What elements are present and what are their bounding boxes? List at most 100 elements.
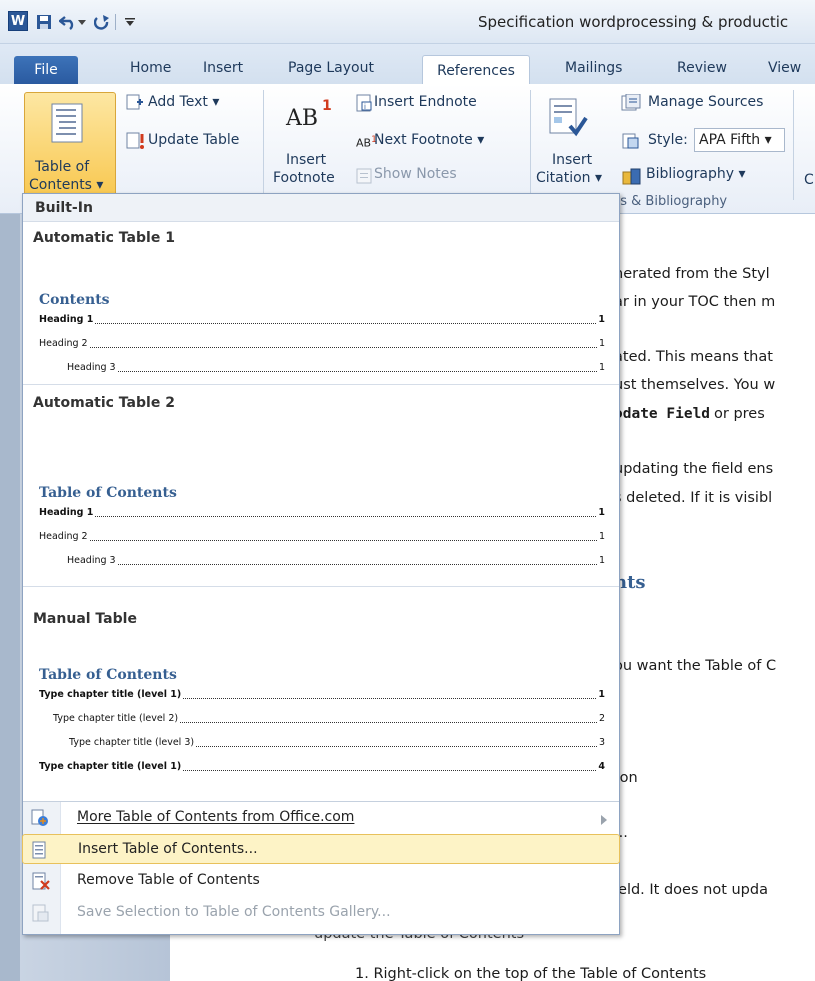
ribbon-separator <box>793 90 794 200</box>
svg-text:i: i <box>364 103 366 111</box>
style-dropdown-value: APA Fifth ▾ <box>699 132 772 148</box>
toc-preview-row: Heading 11 <box>39 314 605 325</box>
tab-review[interactable]: Review <box>677 60 727 76</box>
toc-dropdown-panel: Built-In Automatic Table 1 Contents Head… <box>22 193 620 935</box>
insert-citation-label2: Citation ▾ <box>536 170 603 186</box>
insert-endnote-icon: i <box>356 94 374 116</box>
tab-file[interactable]: File <box>14 56 78 84</box>
doc-text-line: s deleted. If it is visibl <box>614 490 773 506</box>
style-dropdown[interactable]: APA Fifth ▾ <box>694 128 785 152</box>
toc-label-line1: Table of <box>35 159 90 175</box>
toc-preview-heading: Table of Contents <box>39 667 177 683</box>
menu-label: Insert Table of Contents... <box>78 841 258 857</box>
toc-label-line2: Contents ▾ <box>29 177 104 193</box>
toc-preview-row: Type chapter title (level 1) 1 <box>39 689 605 700</box>
toc-preview-row: Type chapter title (level 2) 2 <box>53 713 605 724</box>
manage-sources-icon <box>620 93 642 116</box>
manage-sources-button[interactable]: Manage Sources <box>648 94 763 110</box>
doc-text-line: ated. This means that <box>614 349 773 365</box>
builtin-header: Built-In <box>23 194 619 222</box>
style-label: Style: <box>648 132 688 148</box>
menu-divider <box>23 801 619 802</box>
submenu-arrow-icon <box>601 813 607 829</box>
menu-save-selection-gallery[interactable]: Save Selection to Table of Contents Gall… <box>23 898 619 928</box>
tab-insert[interactable]: Insert <box>203 60 243 76</box>
menu-label: Save Selection to Table of Contents Gall… <box>77 904 391 920</box>
doc-text-line: or pres <box>714 406 765 422</box>
doc-text-line: ust themselves. You w <box>614 377 776 393</box>
doc-text-line: nerated from the Styl <box>614 266 770 282</box>
menu-label: More Table of Contents from Office.com <box>77 809 355 825</box>
tab-references[interactable]: References <box>422 55 530 85</box>
toc-preview-row: Heading 31 <box>67 362 605 373</box>
doc-text-line: ar in your TOC then m <box>614 294 776 310</box>
save-to-gallery-icon <box>31 904 49 922</box>
doc-list-item: 1. Right-click on the top of the Table o… <box>355 966 707 981</box>
add-text-icon <box>126 94 144 114</box>
doc-text-line: ou want the Table of C <box>614 658 777 674</box>
remove-toc-icon <box>31 872 50 890</box>
office-online-icon <box>31 809 49 827</box>
undo-dropdown-icon[interactable] <box>76 12 88 32</box>
update-table-icon <box>126 132 146 154</box>
toc-preview-row: Heading 21 <box>39 338 605 349</box>
ribbon-separator <box>263 90 264 200</box>
redo-icon[interactable] <box>92 12 112 32</box>
toc-preview-row: Heading 11 <box>39 507 605 518</box>
title-bar: W Specification wordprocessing & product… <box>0 0 815 44</box>
undo-icon[interactable] <box>58 12 78 32</box>
tab-page-layout[interactable]: Page Layout <box>288 60 374 76</box>
show-notes-icon <box>356 168 372 188</box>
toc-preview-row: Heading 31 <box>67 555 605 566</box>
next-footnote-button[interactable]: Next Footnote ▾ <box>374 132 484 148</box>
ribbon-group-label: ns & Bibliography <box>612 194 728 209</box>
insert-citation-label1: Insert <box>552 152 593 168</box>
tab-mailings[interactable]: Mailings <box>565 60 622 76</box>
table-of-contents-button[interactable]: Table of Contents ▾ <box>24 92 116 200</box>
bibliography-button[interactable]: Bibliography ▾ <box>646 166 745 182</box>
doc-text-line: updating the field ens <box>614 461 774 477</box>
style-icon <box>622 132 640 154</box>
tab-home[interactable]: Home <box>130 60 171 76</box>
insert-footnote-button[interactable]: AB 1 Insert Footnote <box>272 92 352 202</box>
gallery-manual-table[interactable]: Manual Table Table of Contents Type chap… <box>23 587 619 797</box>
customize-qat-icon[interactable] <box>120 12 140 32</box>
qat-divider <box>115 14 116 30</box>
footnote-ab-icon: AB <box>286 106 319 131</box>
menu-remove-toc[interactable]: Remove Table of Contents <box>23 866 619 896</box>
insert-endnote-button[interactable]: Insert Endnote <box>374 94 477 110</box>
insert-citation-icon <box>549 98 588 137</box>
doc-code-text: odate Field <box>614 406 711 422</box>
builtin-label: Built-In <box>35 200 93 216</box>
insert-footnote-label1: Insert <box>286 152 327 168</box>
insert-toc-icon <box>31 841 49 859</box>
footnote-superscript: 1 <box>322 98 332 114</box>
toc-preview-row: Type chapter title (level 1) 4 <box>39 761 605 772</box>
ribbon-separator <box>530 90 531 200</box>
gallery-title: Automatic Table 2 <box>33 395 175 411</box>
window-title: Specification wordprocessing & productic <box>478 13 789 31</box>
ribbon-tabs: File Home Insert Page Layout References … <box>0 44 815 85</box>
toc-document-icon <box>51 103 83 143</box>
save-icon[interactable] <box>34 12 54 32</box>
menu-more-toc-office[interactable]: More Table of Contents from Office.com <box>23 803 619 833</box>
toc-preview-heading: Contents <box>39 292 110 308</box>
gallery-title: Manual Table <box>33 611 137 627</box>
add-text-button[interactable]: Add Text ▾ <box>148 94 219 110</box>
bibliography-icon <box>622 168 642 190</box>
ribbon-cut-label: C <box>804 172 814 188</box>
menu-insert-toc[interactable]: Insert Table of Contents... <box>22 834 620 864</box>
update-table-button[interactable]: Update Table <box>148 132 239 148</box>
toc-preview-heading: Table of Contents <box>39 485 177 501</box>
show-notes-button[interactable]: Show Notes <box>374 166 457 182</box>
toc-preview-row: Heading 21 <box>39 531 605 542</box>
gallery-title: Automatic Table 1 <box>33 230 175 246</box>
gallery-automatic-table-1[interactable]: Automatic Table 1 Contents Heading 11 He… <box>23 222 619 384</box>
menu-label: Remove Table of Contents <box>77 872 260 888</box>
word-logo-icon[interactable]: W <box>8 11 28 31</box>
gallery-automatic-table-2[interactable]: Automatic Table 2 Table of Contents Head… <box>23 385 619 585</box>
insert-footnote-label2: Footnote <box>273 170 335 186</box>
doc-text-line: ield. It does not upda <box>614 882 768 898</box>
tab-view[interactable]: View <box>768 60 801 76</box>
insert-citation-button[interactable]: Insert Citation ▾ <box>536 92 602 202</box>
